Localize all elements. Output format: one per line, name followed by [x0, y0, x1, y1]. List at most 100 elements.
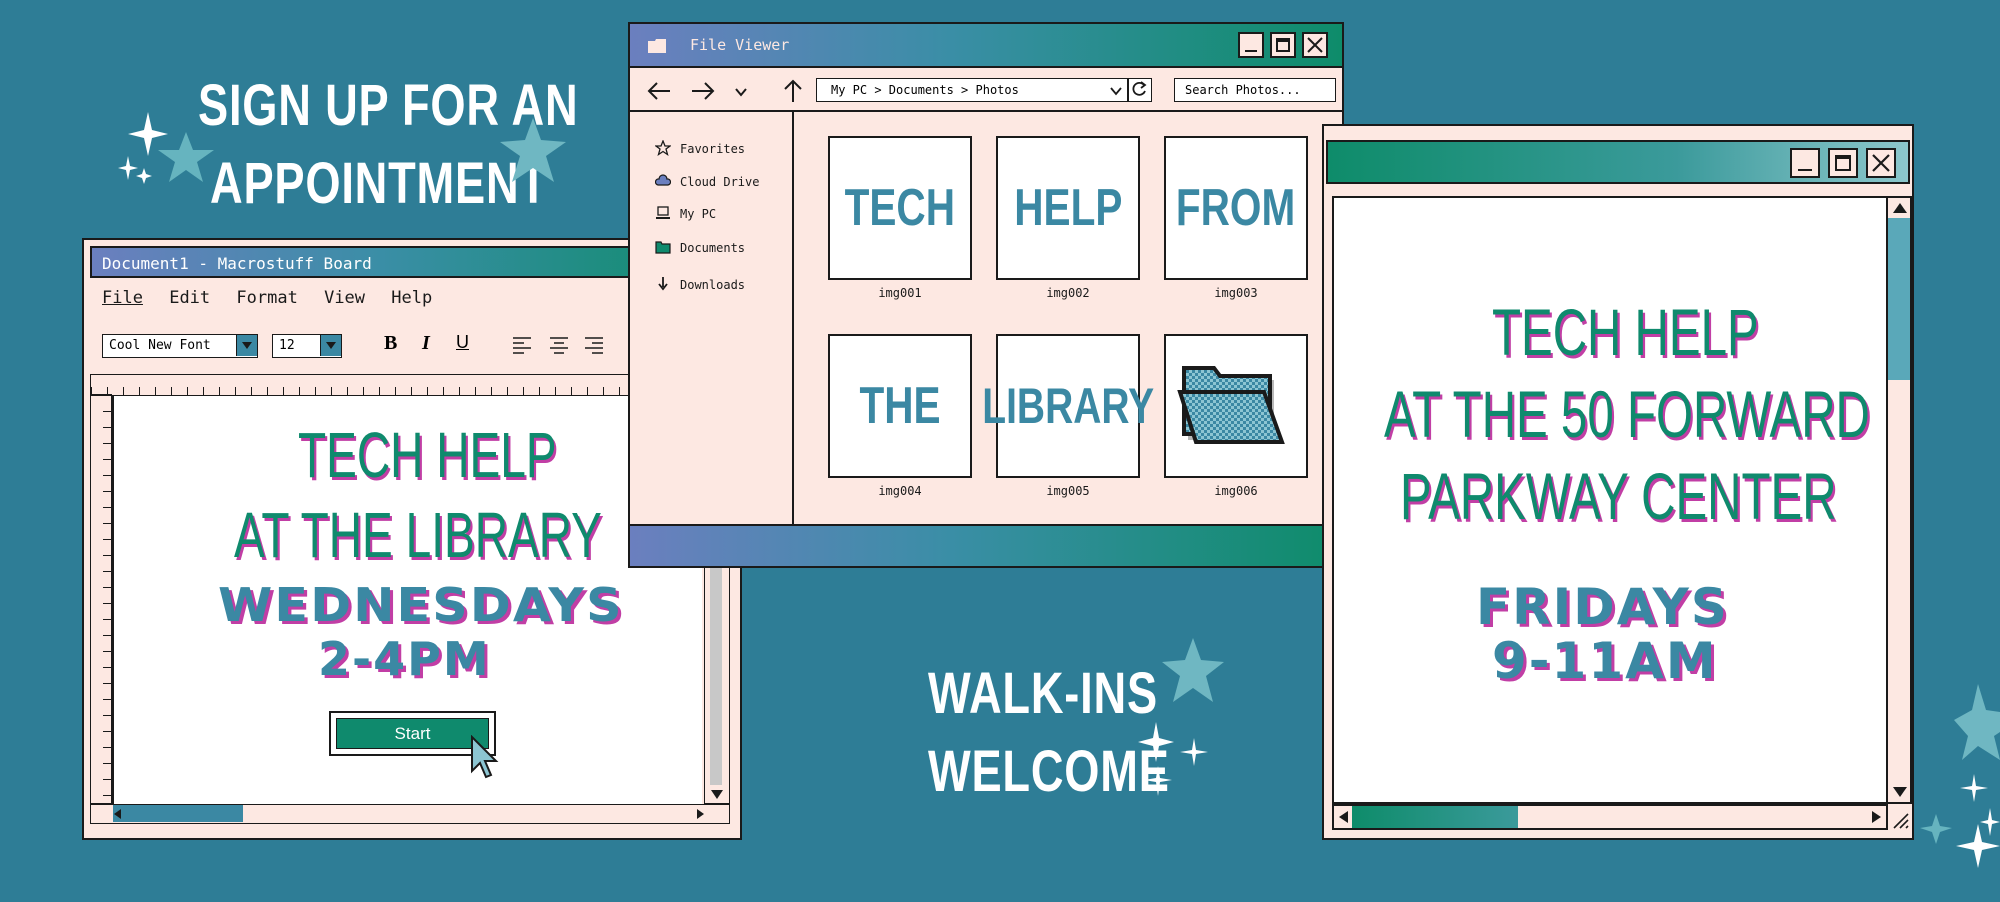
file-caption: img005 [1046, 484, 1090, 498]
font-select[interactable]: Cool New Font [102, 334, 258, 358]
menu-help[interactable]: Help [391, 288, 432, 308]
fv-status-bar [630, 524, 1342, 566]
menu-file[interactable]: File [102, 288, 143, 308]
sidebar-item-cloud-drive[interactable]: Cloud Drive [655, 174, 760, 189]
start-button-label: Start [394, 723, 431, 743]
computer-icon [656, 206, 670, 219]
pixel-star-icon [500, 118, 566, 182]
doc-line3: WEDNESDAYS [218, 578, 624, 632]
menu-view[interactable]: View [324, 288, 365, 308]
fv-title-bar[interactable]: File Viewer [630, 24, 1342, 68]
walkins-line1: WALK-INS [928, 661, 1158, 726]
folder-small-icon [648, 39, 666, 53]
right-line4: FRIDAYS [1476, 578, 1729, 636]
minimize-button[interactable] [1790, 148, 1820, 178]
search-placeholder: Search Photos... [1185, 83, 1301, 97]
font-size-select[interactable]: 12 [272, 334, 342, 358]
sparkle-icon [1138, 722, 1208, 796]
thumb-text: LIBRARY [982, 378, 1154, 434]
up-arrow-icon[interactable] [782, 78, 804, 104]
scroll-up-icon[interactable] [1891, 200, 1909, 216]
back-arrow-icon[interactable] [646, 80, 672, 102]
doc-title: Document1 - Macrostuff Board [102, 254, 372, 273]
doc-menu-bar: File Edit Format View Help [102, 288, 432, 308]
file-thumb-img005[interactable]: LIBRARY [982, 334, 1154, 478]
pixel-star-icon [1954, 684, 2000, 760]
right-horizontal-scrollbar[interactable] [1332, 804, 1888, 830]
doc-line1: TECH HELP [298, 419, 557, 491]
chevron-down-icon[interactable] [1109, 85, 1123, 97]
font-select-value: Cool New Font [109, 338, 211, 353]
chevron-down-icon[interactable] [734, 86, 748, 98]
path-bar[interactable]: My PC > Documents > Photos [816, 78, 1128, 102]
cursor-icon [471, 735, 499, 779]
fv-title: File Viewer [690, 36, 790, 54]
right-line2: AT THE 50 FORWARD [1384, 377, 1870, 451]
sidebar-item-favorites[interactable]: Favorites [655, 140, 746, 156]
right-line3: PARKWAY CENTER [1400, 459, 1837, 533]
file-caption: img003 [1214, 286, 1258, 300]
file-caption: img001 [878, 286, 922, 300]
file-caption: img006 [1214, 484, 1258, 498]
close-icon [1307, 37, 1323, 53]
chevron-down-icon[interactable] [320, 335, 341, 356]
sparkle-icon [1920, 774, 2000, 868]
scroll-left-icon[interactable] [1336, 809, 1350, 825]
align-right-icon[interactable] [584, 336, 604, 354]
path-text: My PC > Documents > Photos [831, 83, 1019, 97]
resize-grip-icon[interactable] [1890, 810, 1910, 830]
file-caption: img002 [1046, 286, 1090, 300]
underline-button[interactable]: U [456, 332, 469, 353]
right-title-bar[interactable] [1326, 140, 1910, 184]
horizontal-scrollbar[interactable] [90, 804, 730, 824]
refresh-button[interactable] [1128, 78, 1152, 102]
thumb-text: THE [859, 377, 941, 435]
pixel-star-icon [1162, 638, 1224, 702]
file-thumb-img002[interactable]: HELP [996, 136, 1140, 280]
minimize-button[interactable] [1238, 32, 1264, 58]
right-line5: 9-11AM [1492, 632, 1718, 690]
file-viewer-window: File Viewer My PC > Documents > Photos S… [628, 22, 1344, 568]
right-line1: TECH HELP [1492, 295, 1759, 369]
search-input[interactable]: Search Photos... [1174, 78, 1336, 102]
maximize-button[interactable] [1828, 148, 1858, 178]
forward-arrow-icon[interactable] [690, 80, 716, 102]
thumb-text: TECH [844, 179, 956, 237]
bold-button[interactable]: B [384, 332, 397, 355]
doc-line2: AT THE LIBRARY [234, 499, 602, 571]
close-icon [1872, 154, 1890, 172]
download-arrow-icon [658, 277, 668, 291]
sidebar-item-downloads[interactable]: Downloads [658, 277, 745, 292]
font-size-value: 12 [279, 338, 295, 353]
scroll-down-icon[interactable] [1891, 784, 1909, 800]
cloud-icon [655, 174, 671, 186]
scroll-right-icon[interactable] [695, 808, 705, 820]
sidebar-label-favorites: Favorites [680, 142, 746, 156]
maximize-button[interactable] [1270, 32, 1296, 58]
scroll-down-icon[interactable] [709, 787, 725, 801]
align-center-icon[interactable] [549, 336, 569, 354]
file-thumb-img004[interactable]: THE [828, 334, 972, 478]
star-outline-icon [655, 140, 671, 156]
folder-icon [655, 241, 671, 254]
sidebar-item-documents[interactable]: Documents [655, 241, 746, 255]
menu-format[interactable]: Format [236, 288, 297, 308]
scroll-left-icon[interactable] [113, 808, 123, 820]
file-thumb-img001[interactable]: TECH [828, 136, 972, 280]
scroll-right-icon[interactable] [1870, 809, 1884, 825]
close-button[interactable] [1302, 32, 1328, 58]
menu-edit[interactable]: Edit [169, 288, 210, 308]
fv-sidebar: Favorites Cloud Drive My PC Documents Do… [630, 112, 794, 526]
sidebar-label-cloud-drive: Cloud Drive [680, 175, 760, 189]
chevron-down-icon[interactable] [236, 335, 257, 356]
file-thumb-img006[interactable] [1164, 334, 1308, 478]
italic-button[interactable]: I [422, 332, 430, 355]
align-left-icon[interactable] [512, 336, 532, 354]
thumb-text: HELP [1013, 179, 1123, 237]
doc-line4: 2-4PM [318, 632, 491, 686]
sidebar-label-documents: Documents [680, 241, 746, 255]
right-vertical-scrollbar[interactable] [1886, 196, 1912, 804]
file-thumb-img003[interactable]: FROM [1164, 136, 1308, 280]
close-button[interactable] [1866, 148, 1896, 178]
sidebar-item-my-pc[interactable]: My PC [656, 206, 716, 221]
